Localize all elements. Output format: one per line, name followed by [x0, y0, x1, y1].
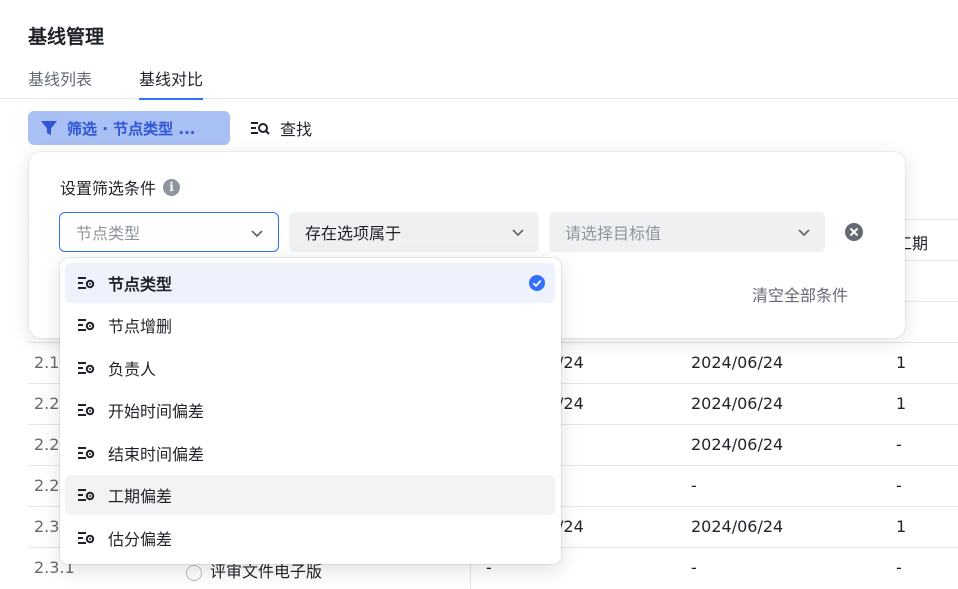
- cell-duration: 1: [896, 394, 907, 413]
- dropdown-option[interactable]: 负责人: [65, 348, 555, 388]
- field-select-placeholder: 节点类型: [76, 224, 141, 243]
- cell-end: 2024/06/24: [691, 517, 784, 536]
- dropdown-option[interactable]: 节点增删: [65, 305, 555, 345]
- cell-end: -: [691, 476, 697, 495]
- operator-select-value: 存在选项属于: [305, 224, 402, 243]
- operator-select[interactable]: 存在选项属于: [289, 212, 539, 252]
- remove-condition-icon[interactable]: [844, 222, 864, 242]
- status-radio[interactable]: [186, 564, 202, 581]
- find-icon: [251, 122, 270, 135]
- cell-start: /24: [558, 353, 584, 372]
- dropdown-option-label: 结束时间偏差: [108, 445, 205, 464]
- cell-index: 2.3: [34, 517, 60, 536]
- cell-index: 2.2: [34, 476, 60, 495]
- field-settings-icon: [78, 404, 95, 416]
- cell-duration: 1: [896, 353, 907, 372]
- filter-button-label: 筛选 · 节点类型 ...: [67, 119, 196, 138]
- field-settings-icon: [78, 489, 95, 501]
- chevron-down-icon: [512, 229, 524, 237]
- dropdown-option[interactable]: 结束时间偏差: [65, 433, 555, 473]
- page-title: 基线管理: [28, 26, 105, 48]
- cell-index: 2.2: [34, 394, 60, 413]
- cell-end: -: [691, 558, 697, 577]
- clear-all-conditions-button[interactable]: 清空全部条件: [752, 282, 848, 306]
- chevron-down-icon: [798, 229, 810, 237]
- dropdown-option-label: 节点类型: [108, 275, 173, 294]
- field-dropdown: 节点类型 节点增删 负责人 开始时间偏差 结束时间偏差 工期偏差 估分偏差: [60, 258, 561, 564]
- dropdown-option[interactable]: 节点类型: [65, 263, 555, 303]
- info-icon[interactable]: i: [163, 178, 181, 196]
- chevron-down-icon: [251, 230, 263, 238]
- dropdown-option-label: 开始时间偏差: [108, 402, 205, 421]
- filter-panel-title-text: 设置筛选条件: [60, 179, 157, 198]
- dropdown-option[interactable]: 工期偏差: [65, 475, 555, 515]
- filter-icon: [41, 121, 57, 135]
- value-select[interactable]: 请选择目标值: [549, 212, 825, 252]
- dropdown-option-label: 工期偏差: [108, 487, 173, 506]
- field-settings-icon: [78, 447, 95, 459]
- field-settings-icon: [78, 532, 95, 544]
- cell-duration: -: [896, 435, 902, 454]
- find-button-label: 查找: [280, 120, 313, 139]
- cell-duration: -: [896, 476, 902, 495]
- dropdown-option-label: 负责人: [108, 360, 157, 379]
- tab-baseline-list[interactable]: 基线列表: [28, 66, 92, 99]
- filter-panel-title: 设置筛选条件 i: [60, 175, 181, 199]
- dropdown-option-label: 节点增删: [108, 317, 173, 336]
- cell-end: 2024/06/24: [691, 353, 784, 372]
- dropdown-option-label: 估分偏差: [108, 530, 173, 549]
- dropdown-option[interactable]: 估分偏差: [65, 518, 555, 558]
- cell-end: 2024/06/24: [691, 394, 784, 413]
- find-button[interactable]: 查找: [250, 111, 312, 145]
- value-select-placeholder: 请选择目标值: [565, 224, 662, 243]
- dropdown-option[interactable]: 开始时间偏差: [65, 390, 555, 430]
- cell-duration: 1: [896, 517, 907, 536]
- filter-button[interactable]: 筛选 · 节点类型 ...: [28, 111, 230, 145]
- field-settings-icon: [78, 319, 95, 331]
- field-select[interactable]: 节点类型: [59, 212, 279, 252]
- cell-index: 2.2: [34, 435, 60, 454]
- field-settings-icon: [78, 362, 95, 374]
- cell-duration: -: [896, 558, 902, 577]
- cell-index: 2.1: [34, 353, 60, 372]
- cell-start: /24: [558, 394, 584, 413]
- field-settings-icon: [78, 277, 95, 289]
- check-circle-icon: [529, 275, 545, 291]
- tab-baseline-compare[interactable]: 基线对比: [139, 66, 204, 100]
- cell-end: 2024/06/24: [691, 435, 784, 454]
- cell-start: /24: [558, 517, 584, 536]
- tab-bar: 基线列表 基线对比: [0, 60, 958, 100]
- task-name: 评审文件电子版: [210, 562, 323, 581]
